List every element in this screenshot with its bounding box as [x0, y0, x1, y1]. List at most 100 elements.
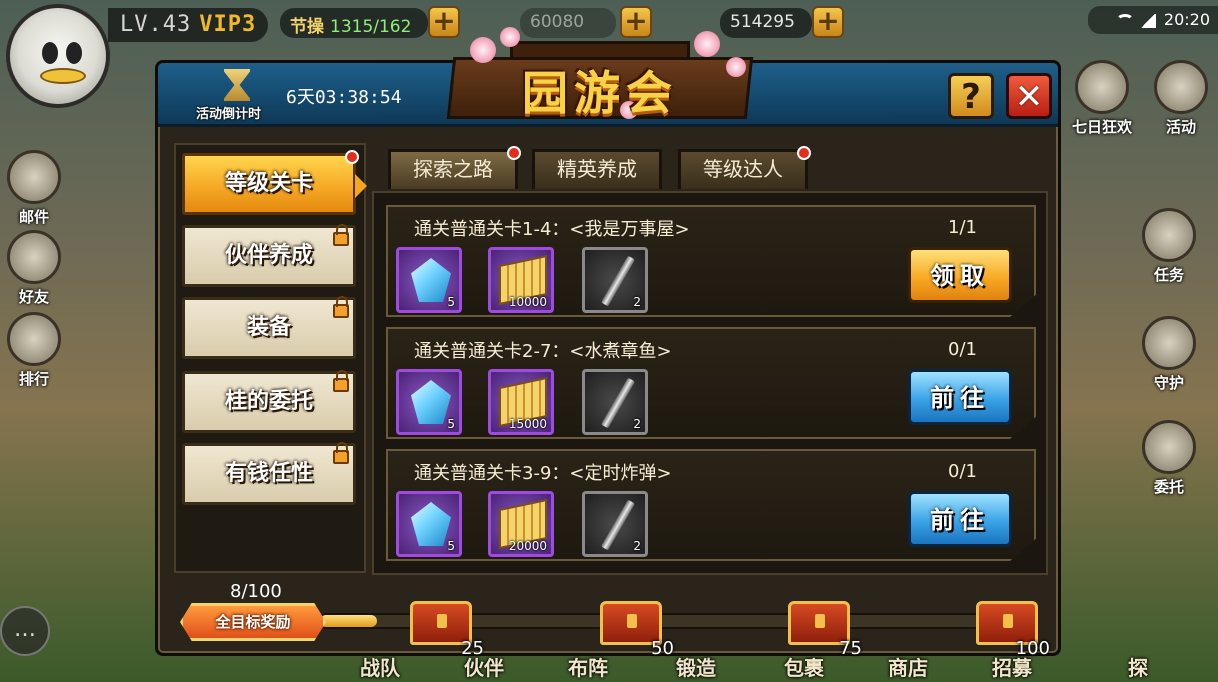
goto-button[interactable]: 前往: [908, 491, 1012, 547]
task-progress: 1/1: [948, 217, 977, 238]
crystal-icon: [411, 502, 451, 546]
nav-shop[interactable]: 商店: [888, 652, 928, 681]
nav-bag[interactable]: 包裹: [784, 652, 824, 681]
commission-icon: [1142, 420, 1196, 474]
chest-threshold: 25: [461, 638, 484, 659]
reward-crystal[interactable]: 5: [396, 369, 462, 435]
tab-level-master[interactable]: 等级达人: [678, 146, 811, 189]
sidebar-item-katsura-request[interactable]: 桂的委托: [182, 370, 356, 433]
sword-icon: [601, 255, 635, 307]
reward-crystal[interactable]: 5: [396, 491, 462, 557]
side-icon-label: 活动: [1165, 118, 1196, 136]
goto-button[interactable]: 前往: [908, 369, 1012, 425]
hourglass-icon: [224, 69, 250, 101]
reward-count: 2: [633, 295, 641, 309]
stamina-label: 节操: [290, 17, 324, 37]
seven-days-icon: [1075, 60, 1129, 114]
chest-threshold: 50: [651, 638, 674, 659]
reward-sword[interactable]: 2: [582, 247, 648, 313]
sword-icon: [601, 377, 635, 429]
nav-forge[interactable]: 锻造: [676, 652, 716, 681]
notification-dot-icon: [797, 146, 811, 160]
countdown-time: 6天03:38:54: [286, 87, 402, 108]
task-title: 通关普通关卡2-7：<水煮章鱼>: [414, 341, 672, 362]
side-icon-seven-days[interactable]: 七日狂欢: [1064, 60, 1140, 137]
lock-icon: [333, 296, 349, 318]
side-icon-commission[interactable]: 委托: [1134, 420, 1204, 497]
sword-icon: [601, 499, 635, 551]
side-icon-label: 七日狂欢: [1071, 118, 1132, 136]
wifi-icon: [1115, 13, 1134, 28]
sidebar-item-rich-willful[interactable]: 有钱任性: [182, 442, 356, 505]
player-level: LV.43: [120, 12, 192, 37]
reward-gold[interactable]: 10000: [488, 247, 554, 313]
crystal-icon: [411, 258, 451, 302]
reward-chest-25[interactable]: 25: [408, 595, 484, 659]
reward-count: 2: [633, 417, 641, 431]
side-icon-label: 排行: [18, 370, 49, 388]
sidebar-item-label: 装备: [246, 315, 291, 340]
tab-label: 精英养成: [557, 157, 637, 181]
side-icon-friends[interactable]: 好友: [4, 230, 64, 307]
lock-icon: [333, 370, 349, 392]
reward-count: 2: [633, 539, 641, 553]
sidebar-item-partner-training[interactable]: 伙伴养成: [182, 224, 356, 287]
signal-icon: [1139, 13, 1156, 28]
reward-chest-100[interactable]: 100: [974, 595, 1050, 659]
side-icon-label: 任务: [1153, 266, 1184, 284]
amulet-icon: [1142, 316, 1196, 370]
crystal-icon: [411, 380, 451, 424]
task-progress: 0/1: [948, 339, 977, 360]
countdown-label: 活动倒计时: [196, 107, 262, 122]
reward-sword[interactable]: 2: [582, 369, 648, 435]
side-icon-tasks[interactable]: 任务: [1134, 208, 1204, 285]
reward-gold[interactable]: 15000: [488, 369, 554, 435]
vip-level: VIP3: [199, 12, 257, 37]
stamina-bar: 节操 1315/162: [280, 8, 428, 38]
sidebar-item-level-stages[interactable]: 等级关卡: [182, 150, 367, 215]
player-avatar[interactable]: [6, 4, 110, 108]
goal-progress-fill: [320, 615, 378, 627]
side-icon-label: 邮件: [18, 208, 49, 226]
stamina-value: 1315/162: [330, 17, 412, 37]
reward-chest-50[interactable]: 50: [598, 595, 674, 659]
side-icon-activity[interactable]: 活动: [1148, 60, 1214, 137]
cherry-blossom-icon: [500, 27, 520, 47]
add-gold-button[interactable]: +: [812, 6, 844, 38]
mail-icon: [7, 150, 61, 204]
clock: 20:20: [1163, 10, 1210, 29]
tab-elite-training[interactable]: 精英养成: [532, 149, 662, 189]
tab-label: 等级达人: [703, 157, 783, 181]
help-button[interactable]: ?: [948, 73, 994, 119]
side-icon-mail[interactable]: 邮件: [4, 150, 64, 227]
dialog-header: 活动倒计时 6天03:38:54 园游会 ? ✕: [158, 27, 1058, 127]
reward-crystal[interactable]: 5: [396, 247, 462, 313]
title-banner: 园游会: [430, 27, 770, 131]
trophy-icon: [7, 312, 61, 366]
reward-chest-75[interactable]: 75: [786, 595, 862, 659]
reward-count: 20000: [508, 539, 547, 553]
lock-icon: [333, 442, 349, 464]
sidebar-item-label: 有钱任性: [224, 461, 313, 486]
avatar-eye-icon: [66, 42, 82, 64]
chat-icon[interactable]: …: [0, 606, 50, 656]
lock-icon: [333, 224, 349, 246]
side-icon-ranking[interactable]: 排行: [4, 312, 64, 389]
nav-explore[interactable]: 探索: [1128, 652, 1148, 682]
reward-count: 15000: [508, 417, 547, 431]
nav-formation[interactable]: 布阵: [568, 652, 608, 681]
close-button[interactable]: ✕: [1006, 73, 1052, 119]
task-row: 通关普通关卡3-9：<定时炸弹> 0/1 5 20000 2 前往: [386, 449, 1036, 561]
reward-gold[interactable]: 20000: [488, 491, 554, 557]
sidebar-item-label: 桂的委托: [224, 389, 313, 414]
avatar-eye-icon: [42, 42, 58, 64]
claim-button[interactable]: 领取: [908, 247, 1012, 303]
reward-count: 10000: [508, 295, 547, 309]
task-row: 通关普通关卡2-7：<水煮章鱼> 0/1 5 15000 2 前往: [386, 327, 1036, 439]
sidebar-item-equipment[interactable]: 装备: [182, 296, 356, 359]
side-icon-guard[interactable]: 守护: [1134, 316, 1204, 393]
all-goals-reward-badge[interactable]: 全目标奖励: [180, 603, 326, 641]
nav-team[interactable]: 战队: [360, 652, 400, 681]
reward-sword[interactable]: 2: [582, 491, 648, 557]
tab-explore-road[interactable]: 探索之路: [388, 146, 521, 189]
